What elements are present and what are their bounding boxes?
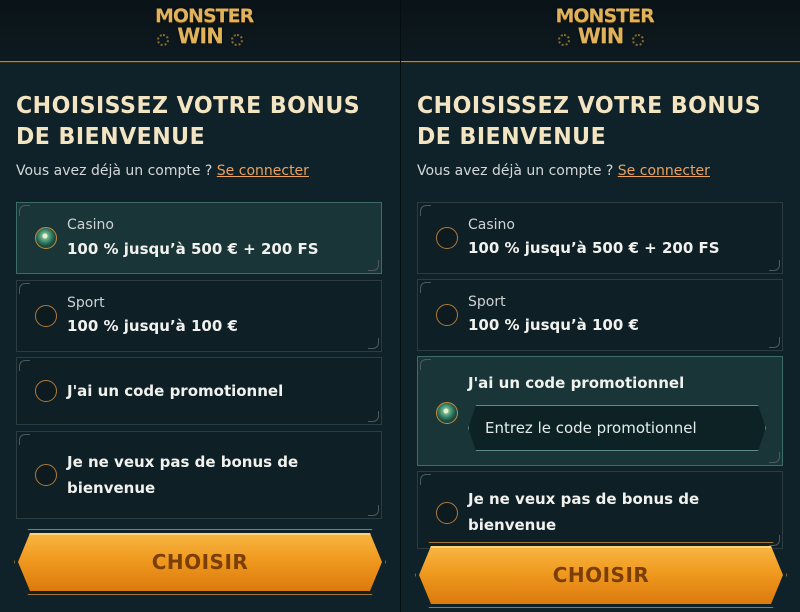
option-sport-value: 100 % jusqu’à 100 € — [67, 317, 238, 335]
radio-sport[interactable] — [35, 305, 57, 327]
page-title: CHOISISSEZ VOTRE BONUS DE BIENVENUE — [417, 93, 762, 150]
radio-sport[interactable] — [436, 304, 458, 326]
option-no-bonus-label: Je ne veux pas de bonus de bienvenue — [468, 490, 700, 534]
radio-casino[interactable] — [436, 227, 458, 249]
bonus-panel-right: MONSTER WIN CHOISISSEZ VOTRE BONUS DE BI… — [400, 0, 800, 612]
option-promo-code[interactable]: J'ai un code promotionnel — [16, 357, 382, 425]
gear-icon — [557, 34, 570, 46]
option-no-bonus[interactable]: Je ne veux pas de bonus de bienvenue — [16, 431, 382, 519]
option-casino-value: 100 % jusqu’à 500 € + 200 FS — [468, 239, 720, 257]
option-no-bonus-label: Je ne veux pas de bonus de bienvenue — [67, 453, 299, 497]
option-sport[interactable]: Sport 100 % jusqu’à 100 € — [417, 279, 783, 351]
login-prompt-line: Vous avez déjà un compte ? Se connecter — [16, 163, 309, 179]
login-prompt-line: Vous avez déjà un compte ? Se connecter — [417, 163, 710, 179]
radio-casino[interactable] — [35, 227, 57, 249]
radio-promo-code[interactable] — [436, 402, 458, 424]
gear-icon — [631, 34, 644, 46]
promo-code-input[interactable] — [468, 405, 766, 451]
radio-promo-code[interactable] — [35, 380, 57, 402]
option-casino-value: 100 % jusqu’à 500 € + 200 FS — [67, 240, 319, 258]
login-link[interactable]: Se connecter — [618, 163, 710, 179]
option-casino[interactable]: Casino 100 % jusqu’à 500 € + 200 FS — [16, 202, 382, 274]
option-sport-label: Sport — [67, 295, 105, 311]
logo-line-1: MONSTER — [555, 5, 655, 27]
monster-win-logo[interactable]: MONSTER WIN — [155, 5, 254, 54]
screenshot-stage: MONSTER WIN CHOISISSEZ VOTRE BONUS DE BI… — [0, 0, 800, 612]
choose-button[interactable]: CHOISIR — [18, 533, 382, 591]
option-sport[interactable]: Sport 100 % jusqu’à 100 € — [16, 280, 382, 352]
option-casino[interactable]: Casino 100 % jusqu’à 500 € + 200 FS — [417, 202, 783, 274]
option-promo-code-label: J'ai un code promotionnel — [67, 382, 284, 400]
option-casino-label: Casino — [468, 217, 515, 233]
monster-win-logo[interactable]: MONSTER WIN — [555, 5, 655, 54]
header: MONSTER WIN — [401, 0, 800, 62]
gear-icon — [157, 34, 169, 46]
option-promo-code[interactable]: J'ai un code promotionnel — [417, 356, 783, 466]
option-promo-code-label: J'ai un code promotionnel — [468, 374, 685, 392]
option-no-bonus[interactable]: Je ne veux pas de bonus de bienvenue — [417, 471, 783, 549]
logo-line-1: MONSTER — [155, 5, 254, 27]
radio-no-bonus[interactable] — [436, 502, 458, 524]
bonus-panel-left: MONSTER WIN CHOISISSEZ VOTRE BONUS DE BI… — [0, 0, 400, 612]
login-prompt: Vous avez déjà un compte ? — [417, 163, 614, 179]
radio-no-bonus[interactable] — [35, 464, 57, 486]
header: MONSTER WIN — [0, 0, 400, 62]
login-prompt: Vous avez déjà un compte ? — [16, 163, 213, 179]
choose-button[interactable]: CHOISIR — [419, 546, 783, 604]
gear-icon — [231, 34, 243, 46]
option-sport-label: Sport — [468, 294, 506, 310]
option-sport-value: 100 % jusqu’à 100 € — [468, 316, 639, 334]
login-link[interactable]: Se connecter — [217, 163, 309, 179]
page-title: CHOISISSEZ VOTRE BONUS DE BIENVENUE — [16, 93, 361, 150]
option-casino-label: Casino — [67, 217, 114, 233]
